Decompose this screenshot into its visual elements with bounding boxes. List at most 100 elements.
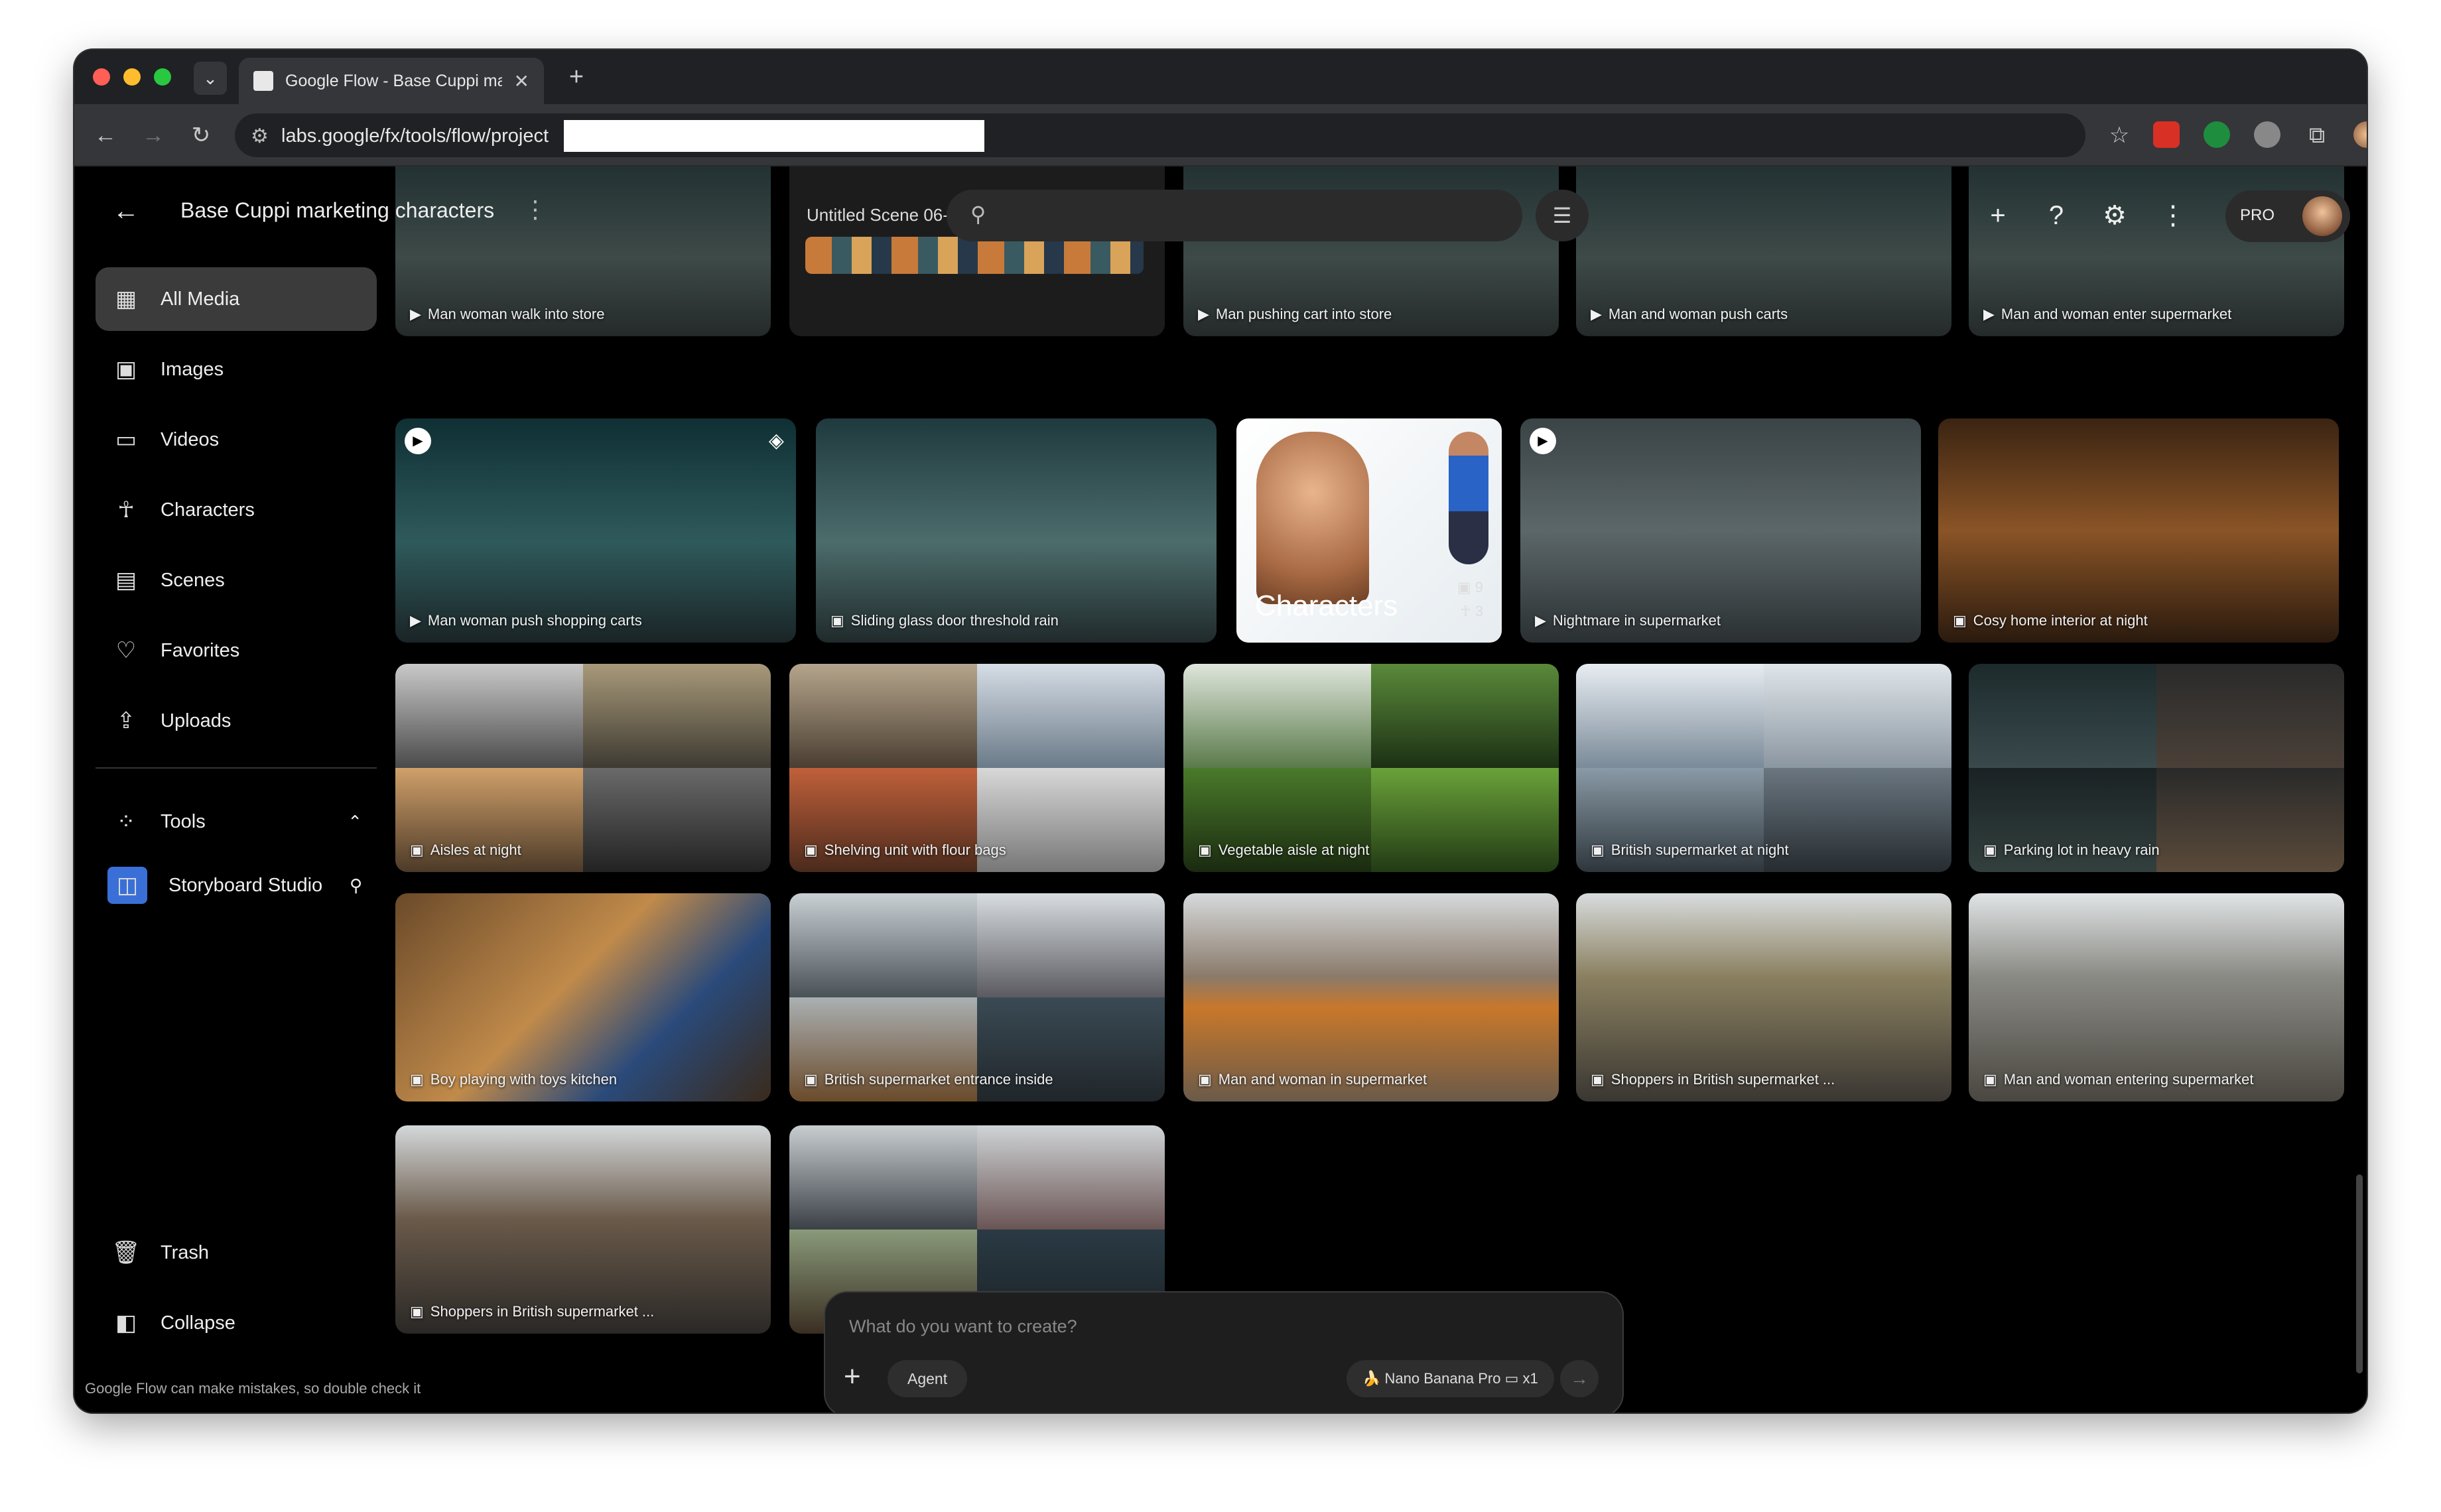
pdf-extension-icon[interactable] bbox=[2153, 121, 2180, 148]
shield-extension-icon[interactable] bbox=[2204, 121, 2230, 148]
media-card[interactable]: ▶ Man woman walk into store bbox=[395, 166, 771, 336]
zoom-window-button[interactable] bbox=[154, 68, 171, 86]
sidebar-tools-toggle[interactable]: ⁘ Tools ⌃ bbox=[96, 790, 377, 853]
media-card[interactable]: ▶ Man and woman push carts bbox=[1576, 166, 1951, 336]
prompt-input[interactable]: What do you want to create? bbox=[849, 1316, 1077, 1337]
filter-button[interactable]: ☰ bbox=[1536, 190, 1589, 241]
new-tab-button[interactable]: + bbox=[560, 63, 593, 92]
redaction-block bbox=[564, 120, 984, 152]
add-button[interactable]: + bbox=[1978, 196, 2018, 235]
media-card[interactable]: ▣ Vegetable aisle at night bbox=[1183, 664, 1559, 872]
character-count-value: 3 bbox=[1475, 603, 1483, 619]
media-label: ▣ British supermarket entrance inside bbox=[804, 1071, 1053, 1088]
media-label: ▶ Man woman push shopping carts bbox=[410, 612, 642, 629]
video-icon: ▶ bbox=[410, 612, 421, 629]
characters-card[interactable]: Characters ▣ 9 ☥ 3 bbox=[1236, 418, 1502, 643]
video-icon: ▶ bbox=[1535, 612, 1546, 629]
profile-avatar-icon[interactable] bbox=[2353, 121, 2367, 148]
sidebar-item-all-media[interactable]: ▦ All Media bbox=[96, 267, 377, 331]
sidebar-item-uploads[interactable]: ⇪ Uploads bbox=[96, 689, 377, 753]
close-window-button[interactable] bbox=[93, 68, 110, 86]
media-label: ▣ Cosy home interior at night bbox=[1953, 612, 2148, 629]
media-card[interactable]: ▣ Man and woman in supermarket bbox=[1183, 893, 1559, 1102]
play-icon[interactable]: ▶ bbox=[405, 428, 431, 454]
image-icon: ▣ bbox=[1591, 1071, 1605, 1088]
back-arrow-icon[interactable]: ← bbox=[113, 196, 139, 226]
model-selector[interactable]: 🍌 Nano Banana Pro ▭ x1 bbox=[1347, 1360, 1554, 1397]
tab-title: Google Flow - Base Cuppi ma bbox=[285, 71, 502, 90]
sidebar-item-storyboard-studio[interactable]: ◫ Storyboard Studio ⚲ bbox=[96, 853, 377, 917]
media-title: Boy playing with toys kitchen bbox=[430, 1071, 618, 1088]
sidebar-item-videos[interactable]: ▭ Videos bbox=[96, 408, 377, 472]
help-icon[interactable]: ? bbox=[2036, 196, 2076, 235]
media-card[interactable]: ▶ ▶ Nightmare in supermarket bbox=[1520, 418, 1921, 643]
media-card[interactable]: ▶ ◈ ▶ Man woman push shopping carts bbox=[395, 418, 796, 643]
site-info-icon[interactable]: ⚙ bbox=[251, 125, 269, 148]
settings-gear-icon[interactable]: ⚙ bbox=[2095, 196, 2135, 235]
characters-title: Characters bbox=[1255, 590, 1398, 622]
media-card[interactable]: ▣ Shoppers in British supermarket ... bbox=[1576, 893, 1951, 1102]
sidebar-item-label: All Media bbox=[161, 288, 240, 310]
media-label: ▣ Man and woman entering supermarket bbox=[1983, 1071, 2253, 1088]
pin-icon[interactable]: ⚲ bbox=[350, 875, 362, 896]
media-card[interactable]: ▣ Parking lot in heavy rain bbox=[1969, 664, 2344, 872]
character-portrait bbox=[1256, 432, 1369, 604]
media-card[interactable]: ▣ British supermarket at night bbox=[1576, 664, 1951, 872]
sidebar-item-favorites[interactable]: ♡ Favorites bbox=[96, 619, 377, 682]
sidebar-divider bbox=[96, 767, 377, 769]
minimize-window-button[interactable] bbox=[123, 68, 141, 86]
account-pro-badge[interactable]: PRO bbox=[2225, 190, 2350, 242]
media-card[interactable]: ▣ British supermarket entrance inside bbox=[789, 893, 1165, 1102]
media-label: ▶ Man woman walk into store bbox=[410, 306, 604, 323]
address-bar[interactable]: ⚙ labs.google/fx/tools/flow/project bbox=[235, 113, 2085, 157]
image-icon: ▣ bbox=[115, 357, 137, 382]
tab-search-chevron-icon[interactable]: ⌄ bbox=[194, 62, 227, 95]
image-icon: ▣ bbox=[1591, 842, 1605, 858]
search-icon: ⚲ bbox=[970, 202, 986, 226]
back-arrow-icon[interactable]: ← bbox=[90, 120, 121, 151]
address-url[interactable]: labs.google/fx/tools/flow/project bbox=[281, 125, 549, 147]
media-card[interactable]: ▣ Shelving unit with flour bags bbox=[789, 664, 1165, 872]
media-card[interactable]: ▣ Shoppers in British supermarket ... bbox=[395, 1125, 771, 1334]
agent-button[interactable]: Agent bbox=[888, 1360, 968, 1397]
sidebar-item-trash[interactable]: 🗑 Trash bbox=[96, 1221, 377, 1285]
sidebar-item-scenes[interactable]: ▤ Scenes bbox=[96, 548, 377, 612]
scrollbar-thumb[interactable] bbox=[2356, 1174, 2363, 1373]
bookmark-star-icon[interactable]: ☆ bbox=[2104, 120, 2135, 151]
video-icon: ▶ bbox=[1198, 306, 1209, 322]
model-label: Nano Banana Pro bbox=[1384, 1370, 1501, 1387]
prompt-composer[interactable]: What do you want to create? + Agent 🍌 Na… bbox=[824, 1291, 1624, 1413]
media-title: Man woman push shopping carts bbox=[427, 612, 642, 629]
image-icon: ▣ bbox=[410, 1071, 424, 1088]
browser-tab[interactable]: Google Flow - Base Cuppi ma ✕ bbox=[239, 58, 544, 104]
play-icon[interactable]: ▶ bbox=[1530, 428, 1556, 454]
media-title: British supermarket at night bbox=[1611, 842, 1789, 858]
extensions-puzzle-icon[interactable]: ⧉ bbox=[2302, 120, 2332, 151]
media-card[interactable]: ▣ Man and woman entering supermarket bbox=[1969, 893, 2344, 1102]
reload-icon[interactable]: ↻ bbox=[186, 120, 216, 151]
browser-window: ⌄ Google Flow - Base Cuppi ma ✕ + ← → ↻ … bbox=[74, 50, 2367, 1413]
sidebar-item-images[interactable]: ▣ Images bbox=[96, 338, 377, 401]
sidebar-item-label: Images bbox=[161, 358, 224, 380]
project-more-icon[interactable]: ⋮ bbox=[523, 196, 547, 223]
media-card[interactable]: ▣ Aisles at night bbox=[395, 664, 771, 872]
media-card[interactable]: ▣ Sliding glass door threshold rain bbox=[816, 418, 1217, 643]
image-icon: ▣ bbox=[804, 842, 818, 858]
media-card[interactable]: ▣ Cosy home interior at night bbox=[1938, 418, 2339, 643]
tab-close-icon[interactable]: ✕ bbox=[514, 70, 529, 92]
sidebar-item-characters[interactable]: ☥ Characters bbox=[96, 478, 377, 542]
send-arrow-icon[interactable]: → bbox=[1560, 1360, 1599, 1397]
video-icon: ▭ bbox=[115, 427, 137, 452]
forward-arrow-icon[interactable]: → bbox=[138, 120, 168, 151]
sidebar-item-label: Uploads bbox=[161, 710, 231, 731]
more-options-icon[interactable]: ⋮ bbox=[2153, 196, 2193, 235]
search-bar[interactable]: ⚲ bbox=[947, 190, 1522, 241]
add-attachment-button[interactable]: + bbox=[844, 1360, 861, 1393]
record-extension-icon[interactable] bbox=[2254, 121, 2280, 148]
output-count: x1 bbox=[1522, 1370, 1538, 1387]
grid-icon: ▦ bbox=[115, 286, 137, 312]
media-card[interactable]: ▣ Boy playing with toys kitchen bbox=[395, 893, 771, 1102]
tab-strip: ⌄ Google Flow - Base Cuppi ma ✕ + bbox=[74, 50, 2367, 104]
sidebar-collapse-button[interactable]: ◧ Collapse bbox=[96, 1291, 377, 1355]
user-avatar[interactable] bbox=[2302, 196, 2342, 236]
